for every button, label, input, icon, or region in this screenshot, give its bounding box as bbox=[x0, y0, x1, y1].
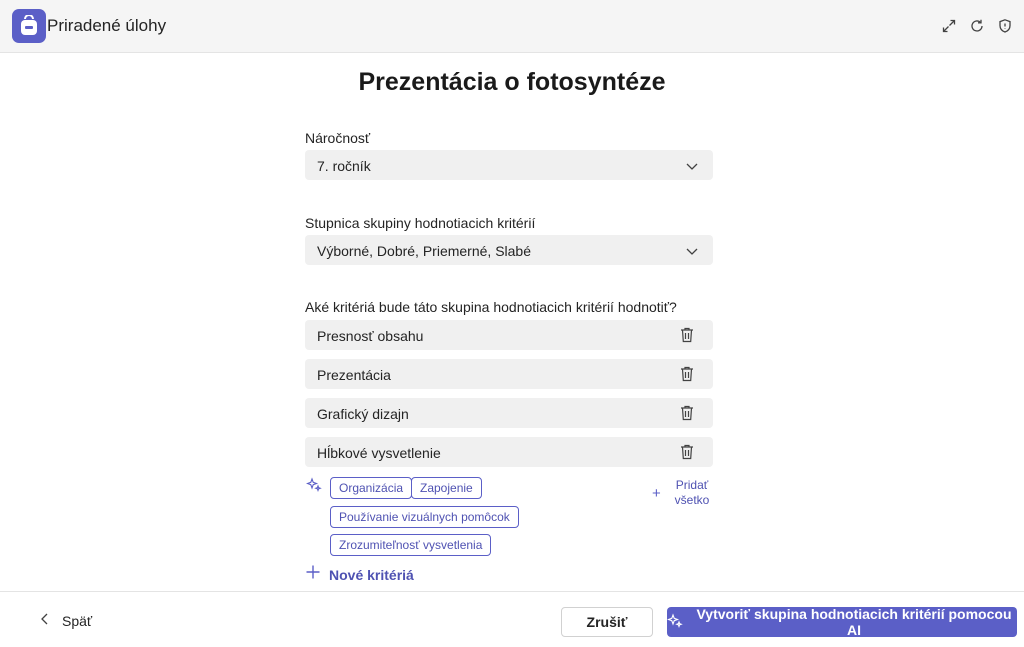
sparkle-icon bbox=[305, 477, 322, 498]
trash-icon[interactable] bbox=[679, 365, 695, 388]
criteria-label: Aké kritériá bude táto skupina hodnotiac… bbox=[305, 299, 677, 315]
trash-icon[interactable] bbox=[679, 443, 695, 466]
trash-icon[interactable] bbox=[679, 326, 695, 349]
add-all-label: Pridať všetko bbox=[674, 478, 710, 507]
difficulty-label: Náročnosť bbox=[305, 130, 371, 146]
criteria-item-text: Grafický dizajn bbox=[317, 406, 409, 422]
new-criteria-label: Nové kritériá bbox=[329, 566, 414, 583]
footer-bar: Späť Zrušiť Vytvoriť skupina hodnotiacic… bbox=[0, 591, 1024, 647]
app-title: Priradené úlohy bbox=[47, 16, 167, 35]
chevron-down-icon bbox=[685, 159, 699, 177]
criteria-item[interactable]: Prezentácia bbox=[305, 359, 713, 389]
chevron-left-icon bbox=[40, 612, 50, 629]
suggestion-chip[interactable]: Zapojenie bbox=[411, 477, 482, 499]
cancel-button[interactable]: Zrušiť bbox=[561, 607, 653, 637]
criteria-item-text: Hĺbkové vysvetlenie bbox=[317, 445, 441, 461]
back-label: Späť bbox=[62, 612, 93, 629]
new-criteria-button[interactable]: Nové kritériá bbox=[305, 564, 414, 585]
create-with-ai-button[interactable]: Vytvoriť skupina hodnotiacich kritérií p… bbox=[666, 606, 1017, 638]
scale-value: Výborné, Dobré, Priemerné, Slabé bbox=[317, 243, 531, 259]
suggestion-chip[interactable]: Organizácia bbox=[330, 477, 413, 499]
plus-icon: + bbox=[652, 485, 661, 502]
criteria-item[interactable]: Hĺbkové vysvetlenie bbox=[305, 437, 713, 467]
page-title: Prezentácia o fotosyntéze bbox=[358, 68, 666, 96]
suggestion-chip[interactable]: Používanie vizuálnych pomôcok bbox=[330, 506, 519, 528]
trash-icon[interactable] bbox=[679, 404, 695, 427]
scale-label: Stupnica skupiny hodnotiacich kritérií bbox=[305, 215, 536, 231]
create-with-ai-label: Vytvoriť skupina hodnotiacich kritérií p… bbox=[696, 606, 1012, 638]
plus-icon bbox=[305, 564, 321, 585]
difficulty-dropdown[interactable]: 7. ročník bbox=[305, 150, 713, 180]
top-bar: Priradené úlohy bbox=[0, 0, 1024, 53]
sparkle-icon bbox=[666, 612, 683, 632]
scale-dropdown[interactable]: Výborné, Dobré, Priemerné, Slabé bbox=[305, 235, 713, 265]
suggestion-chip[interactable]: Zrozumiteľnosť vysvetlenia bbox=[330, 534, 492, 556]
chevron-down-icon bbox=[685, 244, 699, 262]
criteria-item-text: Prezentácia bbox=[317, 367, 391, 383]
expand-icon[interactable] bbox=[938, 15, 960, 37]
shield-icon[interactable] bbox=[994, 15, 1016, 37]
refresh-icon[interactable] bbox=[966, 15, 988, 37]
backpack-icon[interactable] bbox=[12, 9, 46, 43]
add-all-button[interactable]: + Pridať všetko bbox=[652, 478, 714, 508]
criteria-item-text: Presnosť obsahu bbox=[317, 328, 424, 344]
criteria-item[interactable]: Grafický dizajn bbox=[305, 398, 713, 428]
criteria-item[interactable]: Presnosť obsahu bbox=[305, 320, 713, 350]
back-button[interactable]: Späť bbox=[40, 612, 92, 629]
difficulty-value: 7. ročník bbox=[317, 158, 371, 174]
